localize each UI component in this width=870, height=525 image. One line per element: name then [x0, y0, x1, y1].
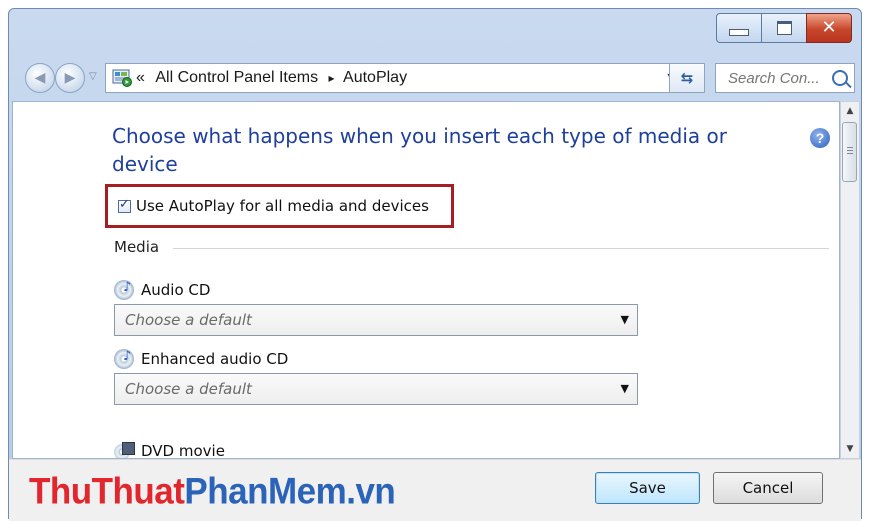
minimize-button[interactable] [716, 13, 762, 43]
select-value: Choose a default [125, 380, 252, 398]
search-icon[interactable] [832, 70, 848, 86]
minimize-icon [729, 28, 749, 36]
back-button[interactable]: ◀ [25, 63, 55, 93]
scroll-up-arrow-icon[interactable]: ▲ [841, 102, 859, 120]
control-panel-icon [112, 69, 132, 87]
footer-bar: ThuThuatPhanMem.vn Save Cancel [9, 459, 861, 521]
recent-pages-chevron-icon[interactable]: ▽ [89, 71, 97, 82]
media-item-dvd-movie: DVD movie [114, 442, 225, 459]
media-item-enhanced-audio-cd: Enhanced audio CD [114, 349, 288, 369]
close-button[interactable]: ✕ [806, 13, 852, 43]
search-input[interactable] [726, 68, 838, 88]
content-pane: Choose what happens when you insert each… [12, 101, 840, 459]
media-label: DVD movie [141, 442, 225, 459]
forward-button[interactable]: ▶ [55, 63, 85, 93]
breadcrumb: « All Control Panel Items ▸ AutoPlay [136, 69, 407, 87]
autoplay-window: ✕ ◀ ▶ ▽ « All Control Panel Items ▸ Auto… [8, 8, 862, 521]
watermark-logo: ThuThuatPhanMem.vn [29, 471, 396, 512]
page-title: Choose what happens when you insert each… [112, 124, 727, 176]
search-box[interactable] [715, 63, 855, 93]
section-divider [173, 248, 829, 249]
title-bar: ✕ [9, 9, 861, 53]
breadcrumb-autoplay[interactable]: AutoPlay [343, 69, 407, 86]
scrollbar-thumb[interactable] [842, 122, 857, 182]
section-title-media: Media [114, 238, 160, 256]
audio-cd-icon [114, 280, 134, 300]
select-value: Choose a default [125, 311, 252, 329]
vertical-scrollbar[interactable]: ▲ ▼ [840, 101, 860, 459]
back-arrow-icon: ◀ [34, 70, 46, 86]
use-autoplay-checkbox[interactable] [118, 197, 131, 213]
save-button[interactable]: Save [595, 472, 700, 504]
cancel-button[interactable]: Cancel [713, 472, 823, 504]
media-label: Enhanced audio CD [141, 350, 289, 368]
forward-arrow-icon: ▶ [64, 70, 76, 86]
use-autoplay-label[interactable]: Use AutoPlay for all media and devices [136, 197, 429, 215]
dvd-movie-icon [114, 442, 135, 458]
maximize-button[interactable] [761, 13, 807, 43]
breadcrumb-overflow[interactable]: « [136, 69, 145, 86]
address-bar: ◀ ▶ ▽ « All Control Panel Items ▸ AutoPl… [9, 53, 861, 101]
media-label: Audio CD [141, 281, 211, 299]
audio-cd-select[interactable]: Choose a default ▼ [114, 304, 638, 336]
breadcrumb-all-control-panel-items[interactable]: All Control Panel Items [155, 69, 318, 86]
help-icon[interactable]: ? [810, 128, 830, 148]
maximize-icon [776, 21, 792, 35]
dropdown-arrow-icon: ▼ [620, 382, 629, 395]
enhanced-audio-cd-icon [114, 349, 134, 369]
close-icon: ✕ [821, 17, 837, 38]
dropdown-arrow-icon: ▼ [620, 313, 629, 326]
scroll-down-arrow-icon[interactable]: ▼ [841, 440, 859, 458]
media-item-audio-cd: Audio CD [114, 280, 210, 300]
enhanced-audio-cd-select[interactable]: Choose a default ▼ [114, 373, 638, 405]
autoplay-option-highlight: Use AutoPlay for all media and devices [105, 184, 454, 228]
refresh-icon: ⇆ [680, 69, 694, 87]
address-box[interactable]: « All Control Panel Items ▸ AutoPlay ▼ [105, 63, 687, 93]
grip-icon [847, 147, 853, 148]
refresh-button[interactable]: ⇆ [669, 63, 705, 93]
breadcrumb-separator[interactable]: ▸ [329, 71, 335, 85]
